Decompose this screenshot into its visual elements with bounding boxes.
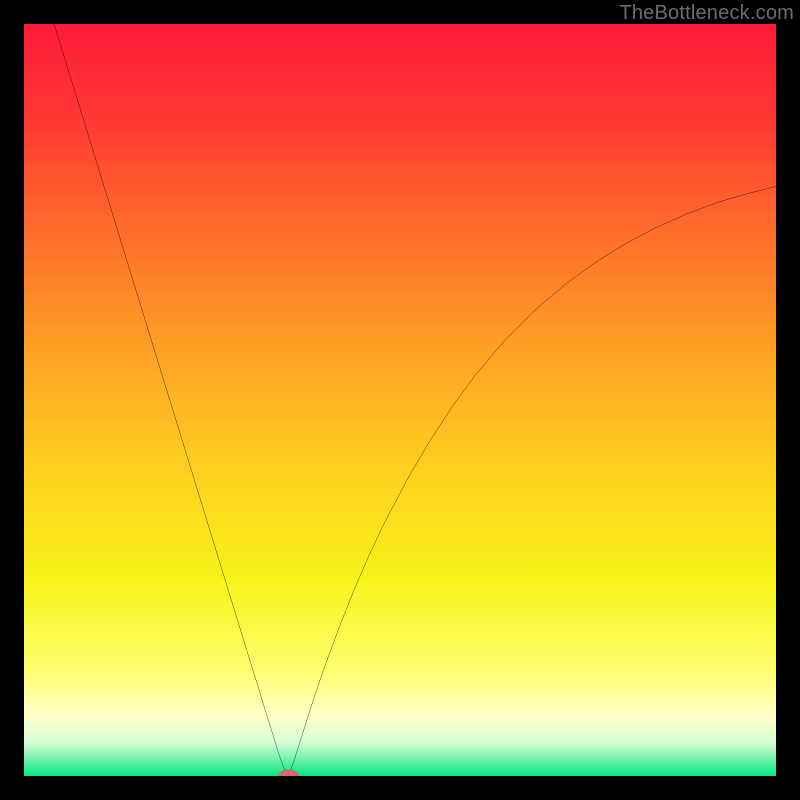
gradient-bg <box>24 24 776 776</box>
watermark-text: TheBottleneck.com <box>619 2 794 25</box>
chart-frame <box>24 24 776 776</box>
bottleneck-chart <box>24 24 776 776</box>
